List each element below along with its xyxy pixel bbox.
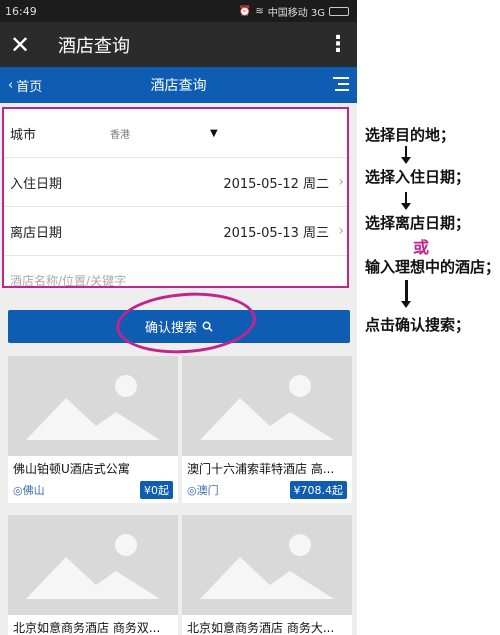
menu-icon[interactable] — [333, 77, 349, 95]
city-select[interactable]: 香港 — [110, 126, 210, 141]
hotel-image-placeholder — [8, 515, 178, 615]
carrier-label: 中国移动 3G — [267, 7, 325, 19]
back-label: 首页 — [16, 79, 43, 95]
keyword-input[interactable]: 酒店名称/位置/关键字 — [10, 272, 126, 289]
checkout-label: 离店日期 — [10, 225, 63, 241]
hotel-price: ¥708.4起 — [289, 481, 347, 499]
back-button[interactable]: ‹ 首页 — [0, 76, 42, 95]
chevron-left-icon: ‹ — [8, 77, 14, 93]
status-time: 16:49 — [5, 4, 37, 18]
annotation-step-destination: 选择目的地； — [365, 126, 456, 144]
image-placeholder-icon — [26, 534, 160, 599]
close-icon[interactable]: ✕ — [10, 33, 40, 57]
city-label: 城市 — [10, 127, 37, 143]
hotel-name: 北京如意商务酒店 商务双... — [13, 621, 161, 635]
search-form: 城市 香港 ▼ 入住日期 2015-05-12 周二 › 离店日期 2015-0… — [2, 107, 349, 288]
hotel-image-placeholder — [8, 356, 178, 456]
image-placeholder-icon — [200, 534, 334, 599]
hotel-card[interactable]: 佛山铂顿U酒店式公寓 ◎佛山 ¥0起 — [8, 356, 178, 503]
hotel-name: 澳门十六浦索菲特酒店 高... — [187, 462, 335, 476]
status-bar: 16:49 ⏰ ≋ 中国移动 3G — [0, 0, 357, 22]
wechat-title-bar: ✕ 酒店查询 ⋮ — [0, 22, 357, 67]
annotation-step-checkin: 选择入住日期； — [365, 168, 471, 186]
hotel-card[interactable]: 北京如意商务酒店 商务大... — [182, 515, 352, 635]
annotation-or: 或 — [413, 238, 430, 257]
annotation-step-search: 点击确认搜索； — [365, 316, 471, 334]
arrow-down-icon — [401, 192, 411, 210]
checkout-date[interactable]: 2015-05-13 周三 — [223, 222, 329, 241]
annotation-step-keyword: 输入理想中的酒店； — [365, 258, 500, 276]
dropdown-caret-icon: ▼ — [210, 127, 218, 139]
checkin-label: 入住日期 — [10, 176, 63, 192]
hotel-card[interactable]: 澳门十六浦索菲特酒店 高... ◎澳门 ¥708.4起 — [182, 356, 352, 503]
hotel-card[interactable]: 北京如意商务酒店 商务双... — [8, 515, 178, 635]
phone-screen: 16:49 ⏰ ≋ 中国移动 3G ✕ 酒店查询 ⋮ ‹ 首页 酒店查询 城市 … — [0, 0, 357, 635]
arrow-down-icon — [401, 280, 411, 308]
hotel-price: ¥0起 — [140, 481, 173, 499]
location-pin-icon: ◎ — [13, 484, 23, 497]
hotel-location: ◎佛山 — [13, 484, 45, 497]
alarm-icon: ⏰ — [238, 5, 252, 17]
image-placeholder-icon — [26, 375, 160, 440]
hotel-name: 北京如意商务酒店 商务大... — [187, 621, 335, 635]
checkout-row[interactable]: 离店日期 2015-05-13 周三 › — [4, 207, 347, 256]
chevron-right-icon: › — [338, 223, 344, 239]
checkin-date[interactable]: 2015-05-12 周二 — [223, 173, 329, 192]
hotel-image-placeholder — [182, 356, 352, 456]
arrow-down-icon — [401, 146, 411, 164]
page-nav-bar: ‹ 首页 酒店查询 — [0, 67, 357, 103]
image-placeholder-icon — [200, 375, 334, 440]
city-row[interactable]: 城市 香港 ▼ — [4, 109, 347, 158]
wifi-icon: ≋ — [255, 5, 264, 17]
battery-icon — [329, 6, 349, 16]
chevron-right-icon: › — [338, 174, 344, 190]
page-title: 酒店查询 — [150, 78, 207, 94]
location-pin-icon: ◎ — [187, 484, 197, 497]
hotel-location: ◎澳门 — [187, 484, 219, 497]
hotel-image-placeholder — [182, 515, 352, 615]
status-icons: ⏰ ≋ 中国移动 3G — [239, 4, 349, 19]
more-options-icon[interactable]: ⋮ — [327, 32, 349, 57]
hotel-name: 佛山铂顿U酒店式公寓 — [13, 462, 130, 476]
checkin-row[interactable]: 入住日期 2015-05-12 周二 › — [4, 158, 347, 207]
wechat-title: 酒店查询 — [58, 35, 130, 57]
annotation-step-checkout: 选择离店日期； — [365, 214, 471, 232]
